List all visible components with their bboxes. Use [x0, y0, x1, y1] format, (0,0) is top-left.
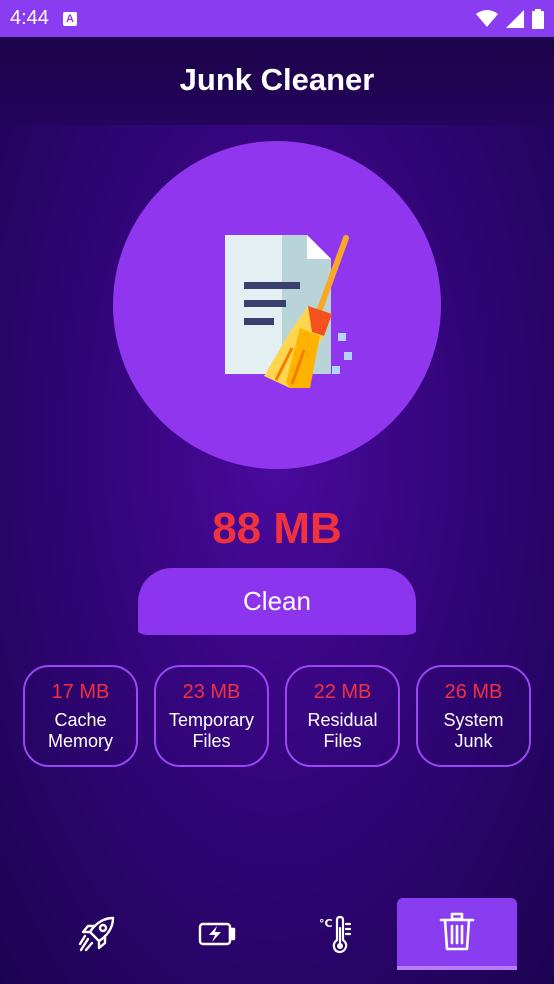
- trash-icon: [439, 912, 475, 951]
- card-label-line2: Memory: [47, 730, 113, 751]
- nav-junk-cleaner[interactable]: [397, 898, 517, 970]
- app-bar: Junk Cleaner: [0, 37, 554, 125]
- card-size: 17 MB: [51, 680, 110, 703]
- card-system-junk[interactable]: 26 MB System Junk: [416, 665, 531, 767]
- page-title: Junk Cleaner: [179, 62, 375, 97]
- card-size: 23 MB: [182, 680, 241, 703]
- svg-text:°C: °C: [319, 917, 333, 930]
- card-label-line1: Residual: [307, 709, 378, 730]
- status-time: 4:44: [10, 7, 49, 29]
- nav-booster[interactable]: [37, 898, 157, 970]
- card-label-line2: Junk: [454, 730, 493, 751]
- card-label-line2: Files: [192, 730, 231, 751]
- battery-icon: [532, 8, 544, 29]
- junk-categories: 17 MB Cache Memory 23 MB Temporary Files…: [23, 665, 531, 767]
- card-cache-memory[interactable]: 17 MB Cache Memory: [23, 665, 138, 767]
- clean-button[interactable]: Clean: [138, 568, 416, 635]
- total-junk-size: 88 MB: [212, 504, 342, 553]
- card-label-line1: System: [443, 709, 504, 730]
- signal-icon: [506, 9, 524, 28]
- card-size: 22 MB: [313, 680, 372, 703]
- status-bar: 4:44 A: [0, 0, 554, 37]
- thermometer-icon: °C: [319, 915, 352, 954]
- nav-battery[interactable]: [157, 898, 277, 970]
- card-size: 26 MB: [444, 680, 503, 703]
- card-residual-files[interactable]: 22 MB Residual Files: [285, 665, 400, 767]
- battery-charging-icon: [198, 922, 236, 946]
- card-label-line1: Temporary: [168, 709, 255, 730]
- card-label-line2: Files: [323, 730, 362, 751]
- document-broom-icon: [225, 235, 352, 388]
- a-icon: A: [62, 11, 77, 26]
- bottom-nav: °C: [0, 896, 554, 984]
- nav-cooler[interactable]: °C: [277, 898, 397, 970]
- card-label-line1: Cache: [54, 709, 107, 730]
- status-icons: [476, 8, 544, 29]
- card-temporary-files[interactable]: 23 MB Temporary Files: [154, 665, 269, 767]
- wifi-icon: [476, 9, 498, 27]
- rocket-icon: [78, 916, 115, 952]
